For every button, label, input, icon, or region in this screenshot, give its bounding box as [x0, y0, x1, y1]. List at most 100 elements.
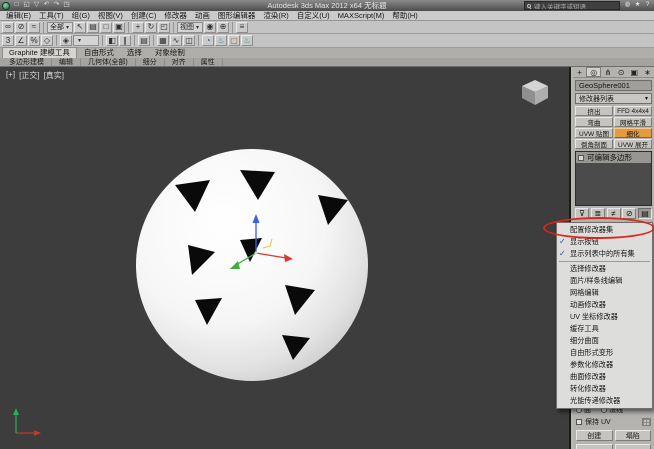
spinner-snap-icon[interactable]: ◇ — [41, 35, 53, 46]
select-link-icon[interactable]: ∞ — [2, 22, 14, 33]
show-end-result-icon[interactable]: ≣ — [591, 208, 605, 219]
menu-item-7[interactable]: 图形编辑器 — [214, 10, 260, 21]
menu-item-4[interactable]: 创建(C) — [127, 10, 160, 21]
modifier-button-1[interactable]: FFD 4x4x4 — [614, 106, 652, 116]
object-name-field[interactable]: GeoSphere001 — [575, 80, 652, 91]
save-file-icon[interactable]: ▽ — [32, 1, 41, 10]
preserve-uv-checkbox[interactable] — [576, 419, 582, 425]
menu-item-2[interactable]: 组(G) — [68, 10, 94, 21]
partial-button[interactable] — [576, 444, 613, 449]
context-menu-item-13[interactable]: 转化修改器 — [557, 383, 652, 395]
select-and-scale-icon[interactable]: ◰ — [158, 22, 170, 33]
hierarchy-tab[interactable]: ⋔ — [601, 67, 614, 77]
ribbon-panel-0[interactable]: 多边形建模 — [2, 58, 52, 66]
modify-tab[interactable]: ◎ — [586, 67, 601, 77]
pin-stack-icon[interactable]: ⊽ — [575, 208, 589, 219]
context-menu-item-8[interactable]: 缓存工具 — [557, 323, 652, 335]
viewport-menu-general[interactable]: [+] — [6, 70, 15, 81]
rollout-button-1[interactable]: 塌陷 — [615, 430, 652, 441]
snap-toggle-3d-icon[interactable]: 3 — [2, 35, 14, 46]
new-scene-icon[interactable]: □ — [12, 1, 21, 10]
edit-named-selection-sets-icon[interactable]: ◈ — [60, 35, 72, 46]
render-production-icon[interactable]: ♨ — [241, 35, 253, 46]
create-tab[interactable]: + — [573, 67, 586, 77]
context-menu-item-5[interactable]: 网格编辑 — [557, 287, 652, 299]
motion-tab[interactable]: ⊙ — [615, 67, 628, 77]
menu-item-6[interactable]: 动画 — [191, 10, 214, 21]
bind-to-space-warp-icon[interactable]: ≈ — [28, 22, 40, 33]
partial-button[interactable] — [615, 444, 652, 449]
ribbon-panel-3[interactable]: 细分 — [136, 58, 165, 66]
favorites-icon[interactable]: ★ — [633, 1, 642, 10]
rectangular-selection-region-icon[interactable]: □ — [100, 22, 112, 33]
modifier-list-dropdown[interactable]: 修改器列表 — [575, 93, 652, 104]
select-and-move-icon[interactable]: + — [132, 22, 144, 33]
menu-item-0[interactable]: 编辑(E) — [2, 10, 35, 21]
context-menu-item-4[interactable]: 面片/样条线编辑 — [557, 275, 652, 287]
window-crossing-toggle-icon[interactable]: ▣ — [113, 22, 125, 33]
ribbon-panel-4[interactable]: 对齐 — [165, 58, 194, 66]
keyboard-shortcut-override-icon[interactable]: ≡ — [236, 22, 248, 33]
ribbon-tab-3[interactable]: 对象绘制 — [149, 48, 191, 58]
menu-item-9[interactable]: 自定义(U) — [293, 10, 334, 21]
modifier-button-4[interactable]: UVW 贴图 — [575, 128, 613, 138]
context-menu-item-10[interactable]: 自由形式变形 — [557, 347, 652, 359]
infocenter-search-input[interactable]: 键入关键字或短语 — [524, 1, 620, 10]
ribbon-tab-2[interactable]: 选择 — [121, 48, 148, 58]
project-folder-icon[interactable]: ◳ — [62, 1, 71, 10]
menu-item-8[interactable]: 渲染(R) — [259, 10, 292, 21]
help-icon[interactable]: ? — [643, 1, 652, 10]
context-menu-item-12[interactable]: 曲面修改器 — [557, 371, 652, 383]
angle-snap-icon[interactable]: ∠ — [15, 35, 27, 46]
select-object-icon[interactable]: ↖ — [74, 22, 86, 33]
menu-item-11[interactable]: 帮助(H) — [388, 10, 421, 21]
use-pivot-point-center-icon[interactable]: ◉ — [204, 22, 216, 33]
context-menu-item-3[interactable]: 选择修改器 — [557, 263, 652, 275]
menu-item-5[interactable]: 修改器 — [160, 10, 191, 21]
ribbon-panel-5[interactable]: 属性 — [194, 58, 223, 66]
context-menu-item-14[interactable]: 光能传递修改器 — [557, 395, 652, 407]
layer-manager-icon[interactable]: ▤ — [138, 35, 150, 46]
menu-item-1[interactable]: 工具(T) — [35, 10, 68, 21]
context-menu-item-7[interactable]: UV 坐标修改器 — [557, 311, 652, 323]
modifier-stack[interactable]: 可编辑多边形 — [575, 151, 652, 206]
select-by-name-icon[interactable]: ▤ — [87, 22, 99, 33]
rollout-button-0[interactable]: 创建 — [576, 430, 613, 441]
context-menu-item-9[interactable]: 细分曲面 — [557, 335, 652, 347]
redo-icon[interactable]: ↷ — [52, 1, 61, 10]
context-menu-item-0[interactable]: 配置修改器集 — [557, 224, 652, 236]
named-selection-sets-dropdown[interactable] — [73, 35, 99, 46]
context-menu-item-2[interactable]: ✓显示列表中的所有集 — [557, 248, 652, 260]
viewport-menu-shading[interactable]: [真实] — [44, 70, 64, 81]
menu-item-3[interactable]: 视图(V) — [94, 10, 127, 21]
ribbon-tab-0[interactable]: Graphite 建模工具 — [2, 47, 77, 58]
viewport[interactable]: [+] [正交] [真实] — [0, 67, 571, 449]
remove-modifier-icon[interactable]: ⊘ — [622, 208, 636, 219]
ribbon-tab-1[interactable]: 自由形式 — [78, 48, 120, 58]
open-file-icon[interactable]: ◱ — [22, 1, 31, 10]
context-menu-item-6[interactable]: 动画修改器 — [557, 299, 652, 311]
selection-filter-dropdown[interactable]: 全部 — [47, 22, 73, 33]
curve-editor-icon[interactable]: ∿ — [170, 35, 182, 46]
unlink-selection-icon[interactable]: ⊘ — [15, 22, 27, 33]
mirror-icon[interactable]: ◧ — [106, 35, 118, 46]
menu-item-10[interactable]: MAXScript(M) — [334, 11, 389, 20]
rendered-frame-window-icon[interactable]: ▢ — [228, 35, 240, 46]
material-editor-icon[interactable]: ◔ — [202, 35, 214, 46]
viewport-menu-pov[interactable]: [正交] — [19, 70, 39, 81]
render-setup-icon[interactable]: ♨ — [215, 35, 227, 46]
communication-center-icon[interactable]: ◍ — [623, 1, 632, 10]
undo-icon[interactable]: ↶ — [42, 1, 51, 10]
context-menu-item-1[interactable]: ✓显示按钮 — [557, 236, 652, 248]
modifier-button-5[interactable]: 细化 — [614, 128, 652, 138]
ribbon-panel-2[interactable]: 几何体(全部) — [81, 58, 136, 66]
display-tab[interactable]: ▣ — [628, 67, 641, 77]
modifier-visibility-icon[interactable] — [578, 155, 584, 161]
make-unique-icon[interactable]: ≠ — [607, 208, 621, 219]
ribbon-panel-1[interactable]: 编辑 — [52, 58, 81, 66]
reference-coordinate-dropdown[interactable]: 视图 — [177, 22, 203, 33]
application-menu-button[interactable] — [2, 2, 10, 10]
context-menu-item-11[interactable]: 参数化修改器 — [557, 359, 652, 371]
select-and-manipulate-icon[interactable]: ⊕ — [217, 22, 229, 33]
preserve-uv-settings-icon[interactable] — [642, 418, 651, 426]
